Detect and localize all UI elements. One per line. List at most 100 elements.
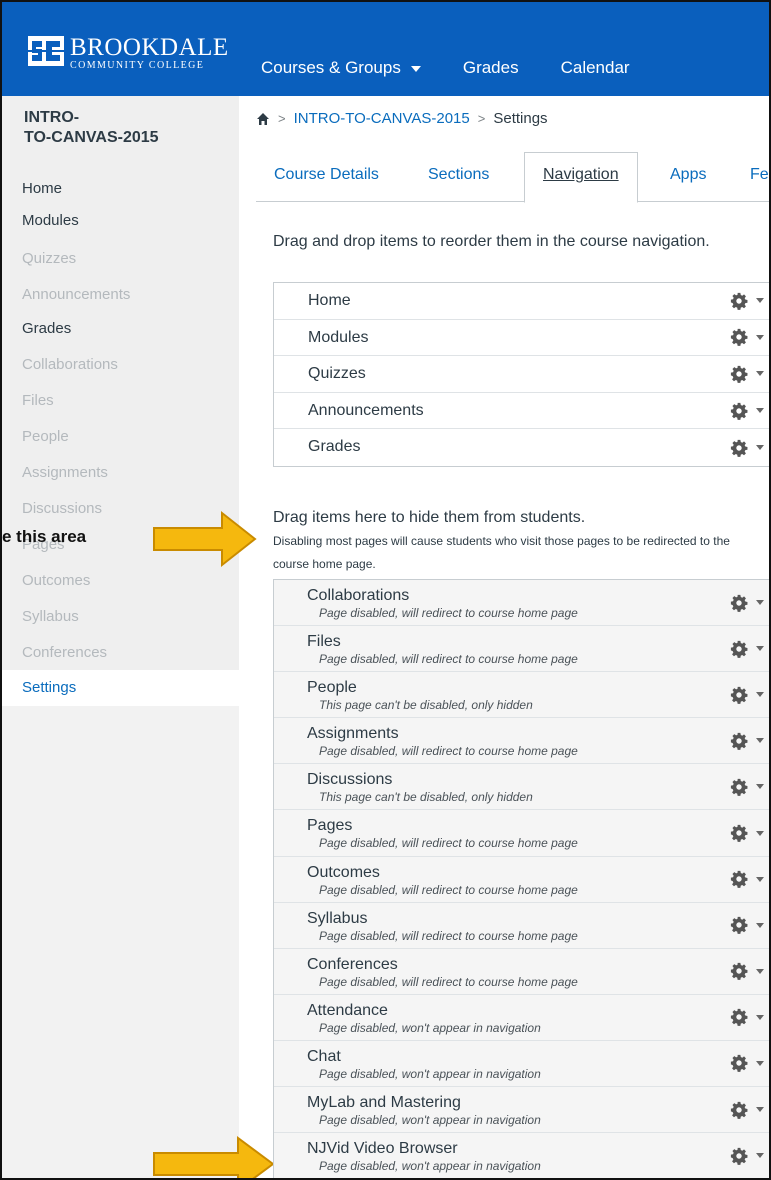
gear-icon [730,329,748,347]
chevron-down-icon [756,1107,764,1113]
item-settings-menu[interactable] [730,962,764,981]
tab-navigation[interactable]: Navigation [524,152,638,203]
chevron-down-icon [756,968,764,974]
hidden-nav-list: Collaborations Page disabled, will redir… [273,579,769,1178]
nav-item-quizzes[interactable]: Quizzes [274,356,769,393]
hidden-item-outcomes[interactable]: Outcomes Page disabled, will redirect to… [274,856,769,903]
hidden-section-title: Drag items here to hide them from studen… [273,509,586,526]
gear-icon [730,963,748,981]
hidden-item-conferences[interactable]: Conferences Page disabled, will redirect… [274,948,769,995]
logo-mark-icon [28,36,64,66]
gear-icon [730,594,748,612]
item-settings-menu[interactable] [730,916,764,935]
item-settings-menu[interactable] [730,328,764,347]
chevron-down-icon [756,784,764,790]
sidebar-item-assignments[interactable]: Assignments [22,464,108,482]
chevron-down-icon [756,876,764,882]
chevron-down-icon [756,298,764,304]
gear-icon [730,1009,748,1027]
nav-item-home[interactable]: Home [274,283,769,320]
item-settings-menu[interactable] [730,824,764,842]
sidebar-item-syllabus[interactable]: Syllabus [22,608,79,626]
hidden-item-pages[interactable]: Pages Page disabled, will redirect to co… [274,810,769,857]
course-sidebar: INTRO- TO-CANVAS-2015 Home Modules Quizz… [2,96,239,1178]
gear-icon [730,365,748,383]
sidebar-item-people[interactable]: People [22,428,69,446]
browser-frame: BROOKDALE COMMUNITY COLLEGE Courses & Gr… [0,0,771,1180]
gear-icon [730,824,748,842]
chevron-down-icon [756,1014,764,1020]
hidden-item-discussions[interactable]: Discussions This page can't be disabled,… [274,764,769,811]
breadcrumb-current: Settings [493,110,548,127]
gear-icon [730,871,748,888]
sidebar-item-settings[interactable]: Settings [2,670,239,706]
gear-icon [730,439,748,457]
hidden-item-attendance[interactable]: Attendance Page disabled, won't appear i… [274,994,769,1041]
gear-icon [730,1147,748,1165]
tab-features[interactable]: Fe [750,166,769,184]
chevron-down-icon [756,334,764,340]
reorder-instructions: Drag and drop items to reorder them in t… [273,233,710,250]
hidden-item-people[interactable]: People This page can't be disabled, only… [274,672,769,719]
nav-calendar[interactable]: Calendar [561,58,630,78]
item-settings-menu[interactable] [730,778,764,796]
sidebar-item-files[interactable]: Files [22,392,54,410]
chevron-right-icon: > [477,111,486,126]
hidden-item-njvid-video-browser[interactable]: NJVid Video Browser Page disabled, won't… [274,1133,769,1178]
sidebar-item-outcomes[interactable]: Outcomes [22,572,90,590]
item-settings-menu[interactable] [730,1008,764,1027]
sidebar-item-collaborations[interactable]: Collaborations [22,356,118,374]
sidebar-item-announcements[interactable]: Announcements [22,286,130,304]
home-icon[interactable] [256,112,270,126]
hidden-item-files[interactable]: Files Page disabled, will redirect to co… [274,626,769,673]
nav-item-modules[interactable]: Modules [274,319,769,357]
hidden-item-collaborations[interactable]: Collaborations Page disabled, will redir… [274,580,769,627]
chevron-down-icon [756,1153,764,1159]
sidebar-item-discussions[interactable]: Discussions [22,500,102,518]
item-settings-menu[interactable] [730,594,764,612]
sidebar-item-conferences[interactable]: Conferences [22,644,107,662]
gear-icon [730,1055,748,1073]
hidden-item-syllabus[interactable]: Syllabus Page disabled, will redirect to… [274,902,769,949]
chevron-down-icon [756,738,764,744]
nav-courses-groups[interactable]: Courses & Groups [261,58,421,78]
item-settings-menu[interactable] [730,292,764,310]
chevron-down-icon [756,1060,764,1066]
item-settings-menu[interactable] [730,402,764,420]
item-settings-menu[interactable] [730,732,764,750]
tab-sections[interactable]: Sections [428,166,489,184]
chevron-down-icon [756,830,764,836]
chevron-down-icon [756,408,764,414]
item-settings-menu[interactable] [730,1101,764,1119]
item-settings-menu[interactable] [730,870,764,888]
item-settings-menu[interactable] [730,365,764,383]
sidebar-item-grades[interactable]: Grades [22,320,71,338]
chevron-down-icon [410,66,421,72]
item-settings-menu[interactable] [730,1054,764,1073]
course-title: INTRO- TO-CANVAS-2015 [24,109,159,146]
nav-grades[interactable]: Grades [463,58,519,78]
tab-course-details[interactable]: Course Details [274,166,379,184]
item-settings-menu[interactable] [730,439,764,457]
hidden-item-mylab-mastering[interactable]: MyLab and Mastering Page disabled, won't… [274,1087,769,1134]
item-settings-menu[interactable] [730,1147,764,1165]
logo-subtitle: COMMUNITY COLLEGE [70,60,205,71]
sidebar-item-home[interactable]: Home [22,180,62,198]
nav-item-grades[interactable]: Grades [274,429,769,466]
chevron-down-icon [756,692,764,698]
sidebar-item-modules[interactable]: Modules [22,212,79,230]
breadcrumb: > INTRO-TO-CANVAS-2015 > Settings [256,110,548,127]
item-settings-menu[interactable] [730,640,764,658]
college-logo[interactable]: BROOKDALE COMMUNITY COLLEGE [28,35,229,72]
sidebar-item-quizzes[interactable]: Quizzes [22,250,76,268]
tab-apps[interactable]: Apps [670,166,706,184]
callout-arrow-icon [153,510,257,568]
item-settings-menu[interactable] [730,686,764,704]
breadcrumb-course-link[interactable]: INTRO-TO-CANVAS-2015 [294,110,470,127]
course-nav-list: INTRO- TO-CANVAS-2015 Home Modules Quizz… [2,96,239,670]
hidden-item-assignments[interactable]: Assignments Page disabled, will redirect… [274,718,769,765]
top-navigation: Courses & Groups Grades Calendar [261,58,672,78]
gear-icon [730,732,748,750]
nav-item-announcements[interactable]: Announcements [274,392,769,430]
hidden-item-chat[interactable]: Chat Page disabled, won't appear in navi… [274,1040,769,1088]
